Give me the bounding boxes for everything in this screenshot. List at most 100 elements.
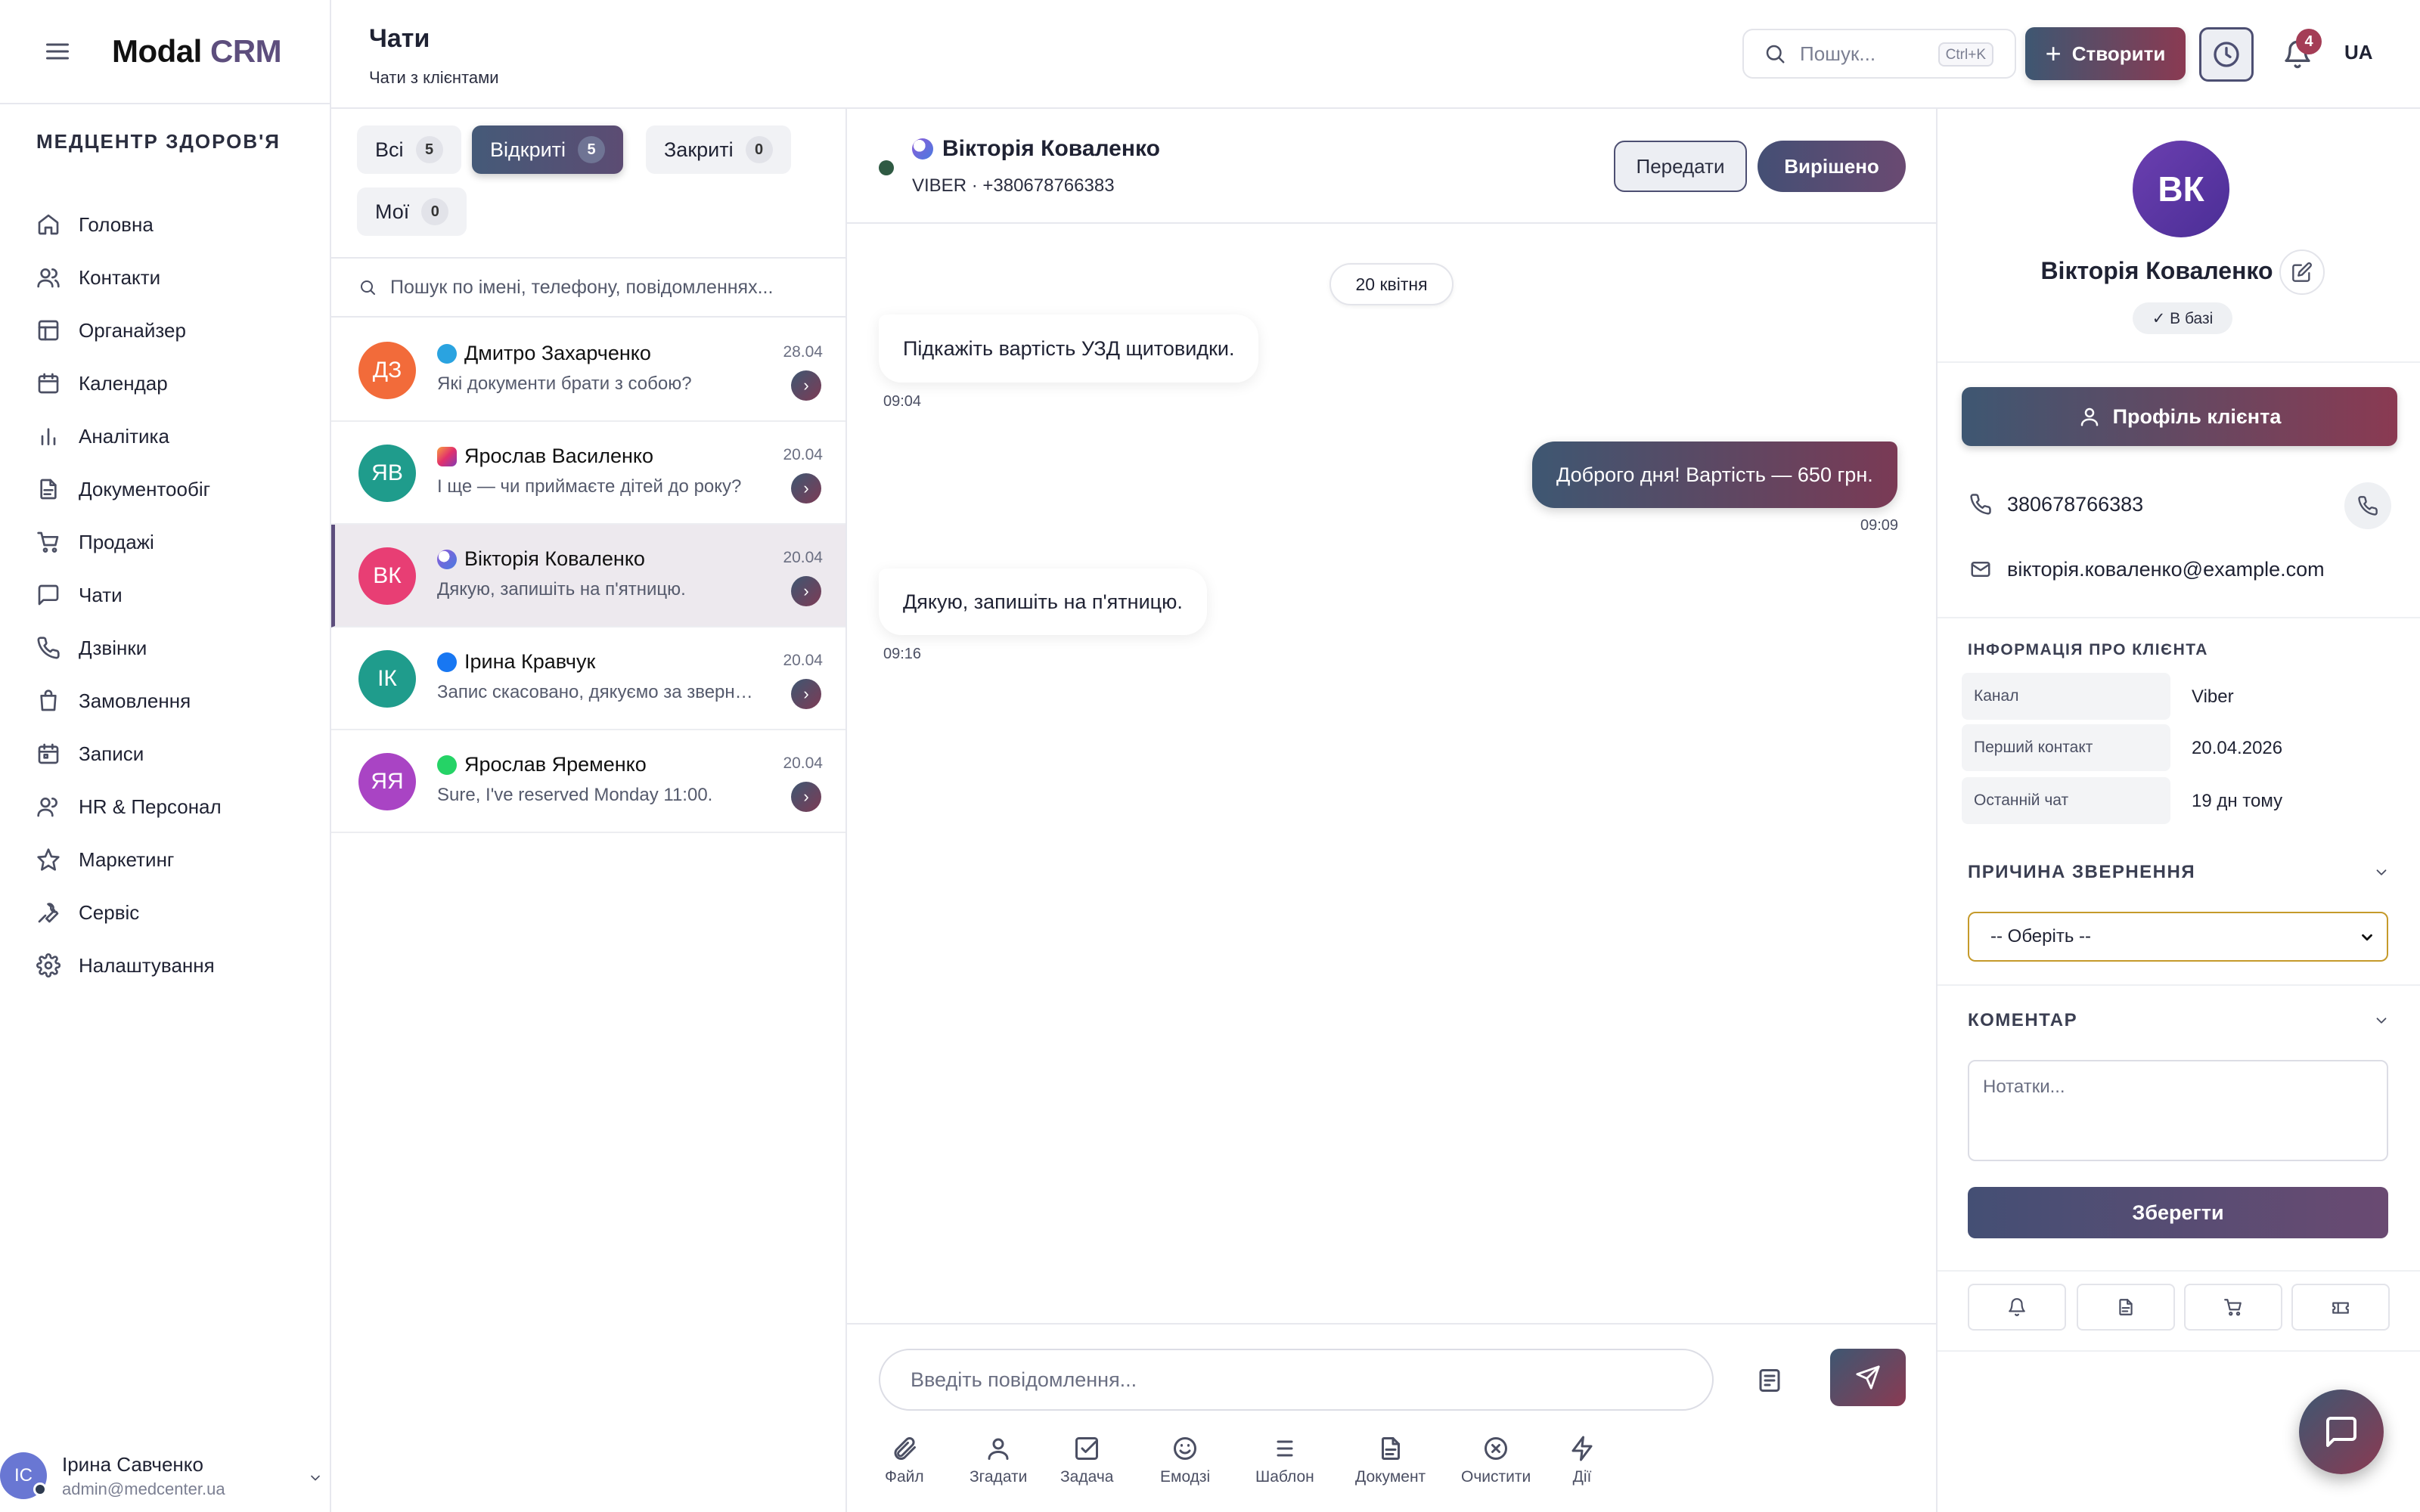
message-time: 09:04	[883, 393, 922, 410]
divider	[1938, 1350, 2420, 1352]
comment-title: КОМЕНТАР	[1968, 1010, 2078, 1030]
reason-section-toggle[interactable]: ПРИЧИНА ЗВЕРНЕННЯ	[1968, 862, 2391, 883]
conversation-date: 20.04	[783, 754, 823, 772]
template-icon[interactable]	[1753, 1364, 1786, 1397]
tool-label: Згадати	[970, 1468, 1028, 1486]
current-user[interactable]: IC Ірина Савченко admin@medcenter.ua	[0, 1439, 330, 1512]
edit-client-button[interactable]	[2279, 249, 2325, 295]
contact-name: Вікторія Коваленко	[437, 547, 645, 571]
document-icon	[2115, 1297, 2136, 1318]
filter-closed[interactable]: Закриті 0	[646, 125, 791, 174]
conversation-item[interactable]: ЯЯ Ярослав Яременко Sure, I've reserved …	[331, 730, 845, 833]
contact-name-text: Ярослав Яременко	[464, 753, 647, 776]
sidebar-item-contacts[interactable]: Контакти	[30, 251, 310, 304]
ticket-quick-button[interactable]	[2291, 1284, 2390, 1331]
document-button[interactable]: Документ	[1355, 1433, 1426, 1486]
sidebar-item-home[interactable]: Головна	[30, 198, 310, 251]
filter-all[interactable]: Всі 5	[357, 125, 461, 174]
sidebar-item-organizer[interactable]: Органайзер	[30, 304, 310, 357]
contact-avatar: ЯЯ	[358, 753, 416, 810]
info-key: Канал	[1962, 673, 2170, 720]
create-button[interactable]: + Створити	[2025, 27, 2186, 80]
chat-search-placeholder: Пошук по імені, телефону, повідомленнях.…	[390, 276, 774, 298]
sidebar-item-sales[interactable]: Продажі	[30, 516, 310, 569]
calendar-check-icon	[35, 740, 62, 767]
contact-name-text: Ярослав Василенко	[464, 445, 654, 467]
attach-file-button[interactable]: Файл	[885, 1433, 924, 1486]
filter-mine[interactable]: Мої 0	[357, 187, 467, 236]
sidebar-item-settings[interactable]: Налаштування	[30, 939, 310, 992]
document-icon	[1376, 1433, 1406, 1464]
clock-icon	[2211, 39, 2242, 70]
online-status-dot	[879, 160, 894, 175]
user-icon	[2078, 405, 2113, 428]
resolve-button[interactable]: Вирішено	[1758, 141, 1906, 192]
sidebar-item-analytics[interactable]: Аналітика	[30, 410, 310, 463]
notifications-button[interactable]: 4	[2273, 29, 2322, 79]
user-email: admin@medcenter.ua	[62, 1479, 225, 1498]
info-key: Перший контакт	[1962, 724, 2170, 771]
conversation-item-selected[interactable]: ВК Вікторія Коваленко Дякую, запишіть на…	[331, 525, 845, 627]
comment-section-toggle[interactable]: КОМЕНТАР	[1968, 1010, 2391, 1031]
chevron-right-icon[interactable]: ›	[791, 370, 821, 401]
save-button[interactable]: Зберегти	[1968, 1187, 2388, 1238]
reason-select[interactable]: -- Оберіть --	[1968, 912, 2388, 962]
user-name: Ірина Савченко	[62, 1452, 203, 1476]
sidebar-item-calls[interactable]: Дзвінки	[30, 621, 310, 674]
chevron-right-icon[interactable]: ›	[791, 576, 821, 606]
emoji-icon	[1170, 1433, 1200, 1464]
bar-chart-icon	[35, 423, 62, 450]
client-info-title: ІНФОРМАЦІЯ ПРО КЛІЄНТА	[1968, 641, 2208, 658]
filter-open[interactable]: Відкриті 5	[472, 125, 624, 174]
send-button[interactable]	[1830, 1349, 1906, 1406]
in-database-badge: ✓ В базі	[2133, 302, 2232, 334]
mention-button[interactable]: Згадати	[970, 1433, 1027, 1486]
notes-textarea[interactable]: Нотатки...	[1968, 1060, 2388, 1161]
conversation-item[interactable]: ДЗ Дмитро Захарченко Які документи брати…	[331, 319, 845, 422]
sidebar-item-appointments[interactable]: Записи	[30, 727, 310, 780]
incoming-message: Підкажіть вартість УЗД щитовидки.	[879, 314, 1259, 383]
sidebar-item-documents[interactable]: Документообіг	[30, 463, 310, 516]
support-chat-button[interactable]	[2299, 1390, 2384, 1474]
conversation-item[interactable]: ЯВ Ярослав Василенко І ще — чи приймаєте…	[331, 422, 845, 525]
document-quick-button[interactable]	[2077, 1284, 2175, 1331]
client-panel: ВК Вікторія Коваленко ✓ В базі Профіль к…	[1936, 109, 2420, 1512]
client-profile-button[interactable]: Профіль клієнта	[1962, 387, 2397, 446]
sidebar-item-calendar[interactable]: Календар	[30, 357, 310, 410]
chat-search-input[interactable]: Пошук по імені, телефону, повідомленнях.…	[331, 257, 845, 318]
sidebar-item-marketing[interactable]: Маркетинг	[30, 833, 310, 886]
time-tracker-button[interactable]	[2199, 27, 2254, 82]
brand-logo[interactable]: Modal CRM	[112, 33, 282, 70]
contact-name: Дмитро Захарченко	[437, 342, 651, 365]
emoji-button[interactable]: Емодзі	[1160, 1433, 1210, 1486]
chevron-right-icon[interactable]: ›	[791, 679, 821, 709]
sidebar-item-chats[interactable]: Чати	[30, 569, 310, 621]
sidebar-item-hr[interactable]: HR & Персонал	[30, 780, 310, 833]
client-name: Вікторія Коваленко	[2040, 257, 2273, 284]
chevron-down-icon[interactable]	[307, 1470, 324, 1486]
conversation-item[interactable]: ІК Ірина Кравчук Запис скасовано, дякуєм…	[331, 627, 845, 730]
order-quick-button[interactable]	[2184, 1284, 2282, 1331]
contact-avatar: ІК	[358, 650, 416, 708]
menu-icon[interactable]	[42, 36, 73, 67]
message-input[interactable]: Введіть повідомлення...	[879, 1349, 1714, 1411]
clear-button[interactable]: Очистити	[1461, 1433, 1531, 1486]
chevron-right-icon[interactable]: ›	[791, 782, 821, 812]
sidebar-item-service[interactable]: Сервіс	[30, 886, 310, 939]
conversation-list: ДЗ Дмитро Захарченко Які документи брати…	[331, 319, 845, 833]
language-switcher[interactable]: UA	[2344, 41, 2373, 64]
chevron-right-icon[interactable]: ›	[791, 473, 821, 503]
reminder-button[interactable]	[1968, 1284, 2066, 1331]
actions-button[interactable]: Дії	[1567, 1433, 1597, 1486]
viber-icon	[437, 549, 457, 569]
users-icon	[35, 264, 62, 291]
chat-icon	[2323, 1414, 2360, 1450]
global-search-input[interactable]: Пошук... Ctrl+K	[1742, 29, 2016, 79]
contact-name-text: Дмитро Захарченко	[464, 342, 651, 364]
transfer-button[interactable]: Передати	[1614, 141, 1747, 192]
call-button[interactable]	[2344, 482, 2391, 529]
task-button[interactable]: Задача	[1060, 1433, 1113, 1486]
sidebar-item-orders[interactable]: Замовлення	[30, 674, 310, 727]
template-button[interactable]: Шаблон	[1255, 1433, 1314, 1486]
filter-label: Всі	[375, 138, 404, 161]
